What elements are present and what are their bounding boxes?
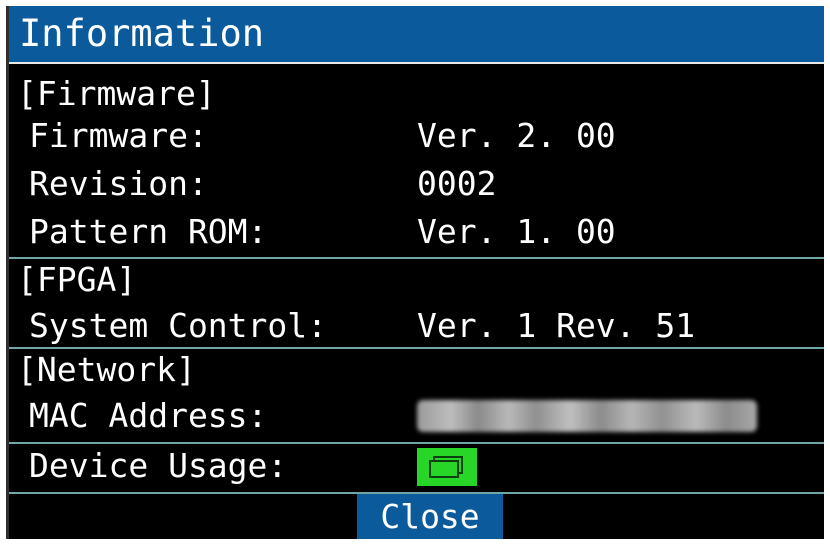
device-usage-icon xyxy=(417,448,477,486)
section-header-firmware: [Firmware] xyxy=(17,74,216,113)
section-header-fpga: [FPGA] xyxy=(17,260,137,299)
section-divider xyxy=(9,257,824,259)
info-label: Revision: xyxy=(29,164,208,203)
information-dialog: Information [Firmware] Firmware: Ver. 2.… xyxy=(6,6,824,539)
info-value: Ver. 1. 00 xyxy=(417,212,616,251)
section-divider xyxy=(9,442,824,444)
info-value: 0002 xyxy=(417,164,497,203)
info-value: Ver. 2. 00 xyxy=(417,116,616,155)
section-divider xyxy=(9,347,824,349)
window-front-icon xyxy=(429,460,459,478)
info-label: Device Usage: xyxy=(29,446,288,485)
close-button[interactable]: Close xyxy=(357,494,503,539)
title-bar: Information xyxy=(9,6,824,64)
section-header-network: [Network] xyxy=(17,350,196,389)
info-label: MAC Address: xyxy=(29,396,268,435)
info-value: Ver. 1 Rev. 51 xyxy=(417,306,696,345)
dialog-title: Information xyxy=(19,12,265,55)
info-label: Pattern ROM: xyxy=(29,212,268,251)
mac-address-value-redacted xyxy=(417,400,757,432)
info-label: System Control: xyxy=(29,306,328,345)
info-label: Firmware: xyxy=(29,116,208,155)
